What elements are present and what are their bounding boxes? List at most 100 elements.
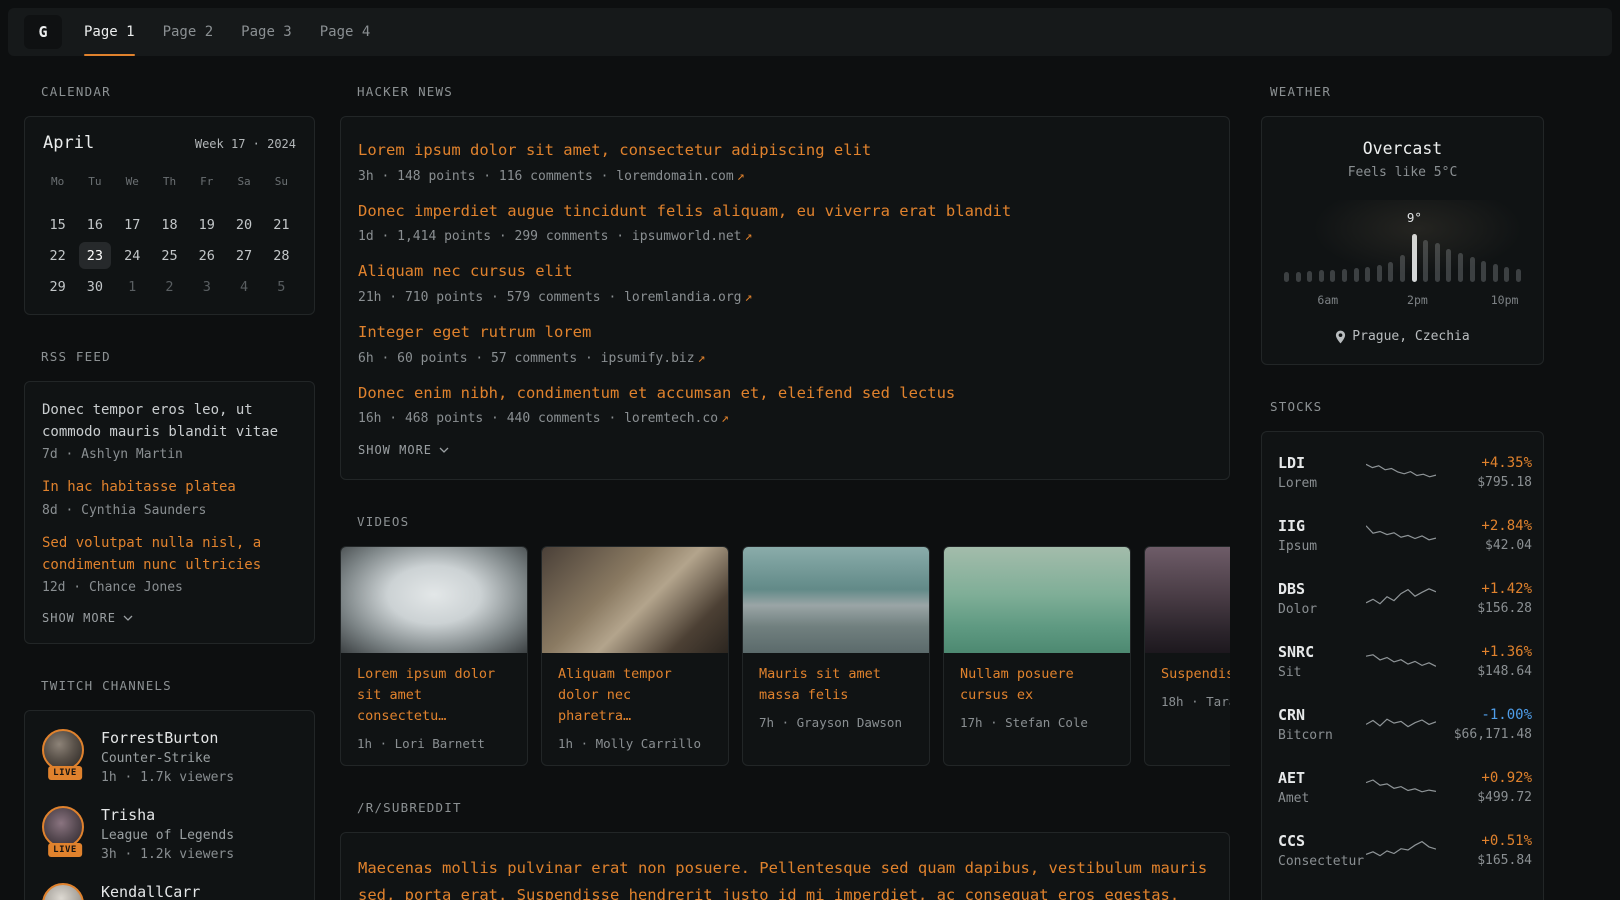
rss-item: Sed volutpat nulla nisl, a condimentum n… bbox=[42, 533, 297, 595]
external-link-icon[interactable]: ↗ bbox=[698, 351, 706, 366]
hn-item-link[interactable]: Lorem ipsum dolor sit amet, consectetur … bbox=[358, 140, 1212, 162]
video-title[interactable]: Nullam posuere cursus ex bbox=[960, 664, 1114, 706]
twitch-channel[interactable]: LIVE ForrestBurton Counter-Strike 1h · 1… bbox=[42, 729, 297, 785]
twitch-channel-name[interactable]: ForrestBurton bbox=[101, 729, 234, 747]
video-title[interactable]: Lorem ipsum dolor sit amet consectetu… bbox=[357, 664, 511, 727]
video-card[interactable]: Aliquam tempor dolor nec pharetra… 1h · … bbox=[541, 546, 729, 766]
calendar-section: CALENDAR April Week 17 · 2024 Mo Tu We T… bbox=[24, 84, 315, 315]
calendar-day: 21 bbox=[263, 209, 300, 240]
video-title[interactable]: Suspendisse diam bbox=[1161, 664, 1230, 685]
calendar-day: 16 bbox=[76, 209, 113, 240]
stock-sparkline bbox=[1366, 711, 1436, 737]
weather-hour-bar bbox=[1493, 264, 1498, 282]
weather-location-text: Prague, Czechia bbox=[1352, 329, 1469, 344]
stock-name: Bitcorn bbox=[1278, 728, 1366, 743]
stock-values: +1.42% $156.28 bbox=[1436, 581, 1532, 616]
tab-page-3[interactable]: Page 3 bbox=[241, 8, 292, 56]
rss-item-link[interactable]: Sed volutpat nulla nisl, a condimentum n… bbox=[42, 533, 297, 576]
stock-name: Dolor bbox=[1278, 602, 1366, 617]
rss-item-meta: 8d · Cynthia Saunders bbox=[42, 503, 297, 518]
avatar bbox=[42, 883, 84, 900]
rss-item: Donec tempor eros leo, ut commodo mauris… bbox=[42, 400, 297, 462]
subreddit-post-link[interactable]: Maecenas mollis pulvinar erat non posuer… bbox=[358, 855, 1212, 900]
calendar-widget: April Week 17 · 2024 Mo Tu We Th Fr Sa S… bbox=[24, 116, 315, 315]
calendar-day: 24 bbox=[114, 240, 151, 271]
weather-hour-bar bbox=[1458, 253, 1463, 282]
weather-hour-bar bbox=[1423, 240, 1428, 282]
weekday-label: We bbox=[114, 169, 151, 193]
weather-time-label: 2pm bbox=[1407, 293, 1428, 307]
twitch-channel[interactable]: KendallCarr bbox=[42, 883, 297, 900]
hn-item-link[interactable]: Donec imperdiet augue tincidunt felis al… bbox=[358, 201, 1212, 223]
hn-item-link[interactable]: Aliquam nec cursus elit bbox=[358, 261, 1212, 283]
rss-item-link[interactable]: In hac habitasse platea bbox=[42, 477, 297, 499]
twitch-avatar-wrap: LIVE bbox=[42, 729, 88, 775]
external-link-icon[interactable]: ↗ bbox=[737, 169, 745, 184]
calendar-day-next-month: 1 bbox=[114, 271, 151, 302]
hn-item: Donec imperdiet augue tincidunt felis al… bbox=[358, 201, 1212, 245]
hn-item-meta: 6h · 60 points · 57 comments · ipsumify.… bbox=[358, 351, 1212, 366]
tab-page-4[interactable]: Page 4 bbox=[320, 8, 371, 56]
external-link-icon[interactable]: ↗ bbox=[745, 229, 753, 244]
map-pin-icon bbox=[1335, 330, 1346, 344]
weather-hour-bar bbox=[1470, 257, 1475, 282]
twitch-avatar-wrap bbox=[42, 883, 88, 900]
video-meta: 17h · Stefan Cole bbox=[960, 715, 1114, 730]
live-badge: LIVE bbox=[48, 843, 82, 857]
stock-symbol: IIG bbox=[1278, 517, 1366, 535]
stock-id: CRN Bitcorn bbox=[1278, 706, 1366, 743]
videos-section-title: VIDEOS bbox=[357, 514, 1230, 529]
twitch-channel-name[interactable]: Trisha bbox=[101, 806, 234, 824]
weather-time-axis: 6am 2pm 10pm bbox=[1278, 293, 1527, 307]
external-link-icon[interactable]: ↗ bbox=[721, 411, 729, 426]
stock-sparkline bbox=[1366, 585, 1436, 611]
stock-price: $165.84 bbox=[1436, 853, 1532, 868]
video-title[interactable]: Mauris sit amet massa felis bbox=[759, 664, 913, 706]
video-title[interactable]: Aliquam tempor dolor nec pharetra… bbox=[558, 664, 712, 727]
stock-price: $156.28 bbox=[1436, 601, 1532, 616]
weather-hourly-chart: 9° bbox=[1278, 210, 1527, 282]
video-card[interactable]: Nullam posuere cursus ex 17h · Stefan Co… bbox=[943, 546, 1131, 766]
stock-symbol: DBS bbox=[1278, 580, 1366, 598]
hn-item: Donec enim nibh, condimentum et accumsan… bbox=[358, 383, 1212, 427]
hn-item-link[interactable]: Integer eget rutrum lorem bbox=[358, 322, 1212, 344]
twitch-channel-name[interactable]: KendallCarr bbox=[101, 883, 200, 900]
video-meta: 18h · Tara bbox=[1161, 694, 1230, 709]
video-card[interactable]: Lorem ipsum dolor sit amet consectetu… 1… bbox=[340, 546, 528, 766]
weekday-label: Sa bbox=[225, 169, 262, 193]
stock-change: +2.84% bbox=[1436, 518, 1532, 534]
calendar-day: 19 bbox=[188, 209, 225, 240]
weather-hour-bar bbox=[1412, 234, 1417, 282]
rss-show-more-button[interactable]: SHOW MORE bbox=[42, 611, 297, 625]
video-card[interactable]: Suspendisse diam 18h · Tara bbox=[1144, 546, 1230, 766]
hn-show-more-button[interactable]: SHOW MORE bbox=[358, 443, 1212, 457]
external-link-icon[interactable]: ↗ bbox=[745, 290, 753, 305]
calendar-day: 20 bbox=[225, 209, 262, 240]
twitch-channel[interactable]: LIVE Trisha League of Legends 3h · 1.2k … bbox=[42, 806, 297, 862]
calendar-day: 30 bbox=[76, 271, 113, 302]
weather-section-title: WEATHER bbox=[1270, 84, 1544, 99]
calendar-day: 25 bbox=[151, 240, 188, 271]
hn-item-link[interactable]: Donec enim nibh, condimentum et accumsan… bbox=[358, 383, 1212, 405]
rss-item-link[interactable]: Donec tempor eros leo, ut commodo mauris… bbox=[42, 400, 297, 443]
tab-page-1[interactable]: Page 1 bbox=[84, 8, 135, 56]
stock-price: $42.04 bbox=[1436, 538, 1532, 553]
subreddit-post: Maecenas mollis pulvinar erat non posuer… bbox=[358, 855, 1212, 900]
video-meta: 1h · Lori Barnett bbox=[357, 736, 511, 751]
calendar-month: April bbox=[43, 133, 94, 153]
stock-values: -1.00% $66,171.48 bbox=[1436, 707, 1532, 742]
stock-id: CCS Consectetur bbox=[1278, 832, 1366, 869]
weather-bars bbox=[1284, 232, 1521, 282]
video-thumbnail bbox=[944, 547, 1130, 653]
video-card[interactable]: Mauris sit amet massa felis 7h · Grayson… bbox=[742, 546, 930, 766]
videos-section: VIDEOS Lorem ipsum dolor sit amet consec… bbox=[340, 514, 1230, 766]
hn-item-meta: 1d · 1,414 points · 299 comments · ipsum… bbox=[358, 229, 1212, 244]
weather-condition: Overcast bbox=[1278, 139, 1527, 158]
hn-item: Lorem ipsum dolor sit amet, consectetur … bbox=[358, 140, 1212, 184]
chevron-down-icon bbox=[439, 447, 449, 453]
twitch-section-title: TWITCH CHANNELS bbox=[41, 678, 315, 693]
weather-location: Prague, Czechia bbox=[1278, 329, 1527, 344]
tab-page-2[interactable]: Page 2 bbox=[163, 8, 214, 56]
right-column: WEATHER Overcast Feels like 5°C 9° 6am 2… bbox=[1261, 84, 1544, 900]
calendar-day: 27 bbox=[225, 240, 262, 271]
